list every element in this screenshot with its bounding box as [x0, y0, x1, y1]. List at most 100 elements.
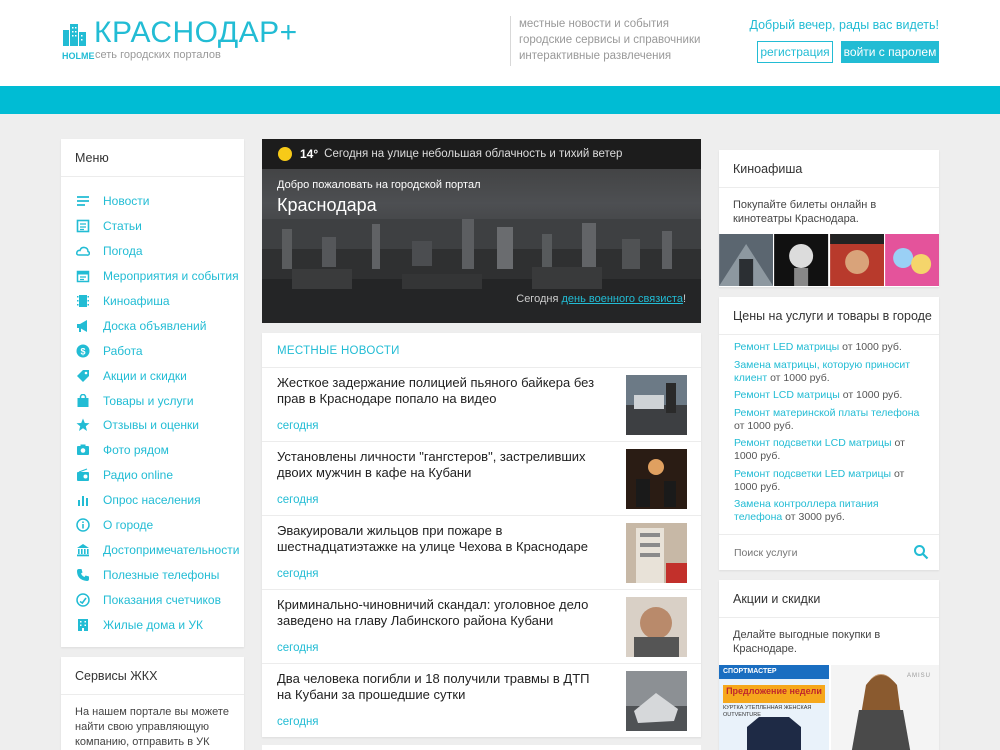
menu-item-label: Радио online: [103, 468, 174, 483]
service-search-input[interactable]: [734, 544, 904, 562]
menu-item[interactable]: Товары и услуги: [61, 388, 244, 413]
menu-item[interactable]: Погода: [61, 239, 244, 264]
price-item-link[interactable]: Ремонт материнской платы телефона: [734, 407, 919, 419]
building-icon: [76, 618, 90, 632]
tag-icon: [76, 369, 90, 383]
menu-item[interactable]: Киноафиша: [61, 289, 244, 314]
today-holiday: Сегодня день военного связиста!: [516, 293, 686, 305]
news-thumbnail[interactable]: [626, 671, 687, 731]
info-icon: [76, 518, 90, 532]
price-item-value: от 1000 руб.: [767, 371, 830, 384]
price-item-link[interactable]: Ремонт подсветки LED матрицы: [734, 468, 891, 480]
menu-item[interactable]: Показания счетчиков: [61, 587, 244, 612]
news-title[interactable]: МЕСТНЫЕ НОВОСТИ: [262, 333, 701, 367]
sales-text: Делайте выгодные покупки в Краснодаре.: [733, 629, 881, 655]
star-icon: [76, 418, 90, 432]
news-thumbnail[interactable]: [626, 597, 687, 657]
menu-item-label: Погода: [103, 244, 143, 259]
movie-poster[interactable]: [829, 234, 884, 286]
cinema-title[interactable]: Киноафиша: [719, 150, 939, 188]
menu-item[interactable]: О городе: [61, 513, 244, 538]
menu-item[interactable]: Полезные телефоны: [61, 562, 244, 587]
welcome-city: Краснодара: [277, 195, 377, 215]
weather-text: Сегодня на улице небольшая облачность и …: [324, 148, 623, 160]
movie-posters: [719, 234, 939, 286]
menu-item-label: Показания счетчиков: [103, 592, 221, 607]
menu-item[interactable]: Статьи: [61, 214, 244, 239]
sales-title[interactable]: Акции и скидки: [719, 580, 939, 618]
menu-item[interactable]: Акции и скидки: [61, 363, 244, 388]
price-item: Замена матрицы, которую приносит клиент …: [734, 359, 924, 385]
news-item[interactable]: Криминально-чиновничий скандал: уголовно…: [262, 589, 701, 663]
menu-item-label: Отзывы и оценки: [103, 418, 199, 433]
menu-item[interactable]: Доска объявлений: [61, 313, 244, 338]
news-item-title[interactable]: Криминально-чиновничий скандал: уголовно…: [277, 597, 607, 629]
article-icon: [76, 219, 90, 233]
welcome-line: Добро пожаловать на городской портал: [277, 179, 481, 191]
menu-title: Меню: [61, 139, 244, 177]
menu-item-label: Статьи: [103, 219, 142, 234]
menu-item-label: О городе: [103, 518, 154, 533]
news-item-title[interactable]: Эвакуировали жильцов при пожаре в шестна…: [277, 523, 607, 555]
logo-holme: HOLME: [62, 51, 95, 61]
movie-poster[interactable]: [884, 234, 939, 286]
login-button[interactable]: войти с паролем: [841, 41, 939, 63]
news-item-date: сегодня: [277, 568, 319, 580]
menu-item[interactable]: Новости: [61, 189, 244, 214]
news-item[interactable]: Установлены личности "гангстеров", застр…: [262, 441, 701, 515]
weather-icon: [76, 244, 90, 258]
price-item-link[interactable]: Ремонт LED матрицы: [734, 341, 839, 353]
news-thumbnail[interactable]: [626, 449, 687, 509]
hero-banner[interactable]: 14° Сегодня на улице небольшая облачност…: [262, 139, 701, 323]
movie-poster[interactable]: [774, 234, 829, 286]
price-item-link[interactable]: Ремонт LCD матрицы: [734, 389, 840, 401]
price-item-value: от 1000 руб.: [839, 389, 903, 401]
accent-bar: [0, 86, 1000, 114]
film-icon: [76, 294, 90, 308]
menu-item[interactable]: Фото рядом: [61, 438, 244, 463]
cinema-text: Покупайте билеты онлайн в кинотеатры Кра…: [733, 199, 877, 225]
price-item-link[interactable]: Ремонт подсветки LCD матрицы: [734, 437, 892, 449]
local-news-card: МЕСТНЫЕ НОВОСТИ Жесткое задержание полиц…: [262, 333, 701, 737]
calendar-icon: [76, 269, 90, 283]
search-icon[interactable]: [913, 544, 929, 560]
menu-item[interactable]: Мероприятия и события: [61, 264, 244, 289]
menu-item-label: Работа: [103, 343, 143, 358]
news-item-title[interactable]: Установлены личности "гангстеров", застр…: [277, 449, 607, 481]
menu-item[interactable]: Опрос населения: [61, 488, 244, 513]
holiday-link[interactable]: день военного связиста: [561, 293, 682, 305]
news-item-title[interactable]: Два человека погибли и 18 получили травм…: [277, 671, 607, 703]
price-item-value: от 1000 руб.: [839, 341, 902, 353]
prices-title[interactable]: Цены на услуги и товары в городе: [719, 297, 939, 335]
menu-item[interactable]: Достопримечательности: [61, 537, 244, 562]
news-thumbnail[interactable]: [626, 375, 687, 435]
tagline: городские сервисы и справочники: [519, 34, 701, 46]
menu-item-label: Опрос населения: [103, 493, 201, 508]
news-item[interactable]: Эвакуировали жильцов при пожаре в шестна…: [262, 515, 701, 589]
news-item-date: сегодня: [277, 716, 319, 728]
menu-item[interactable]: Радио online: [61, 463, 244, 488]
register-button[interactable]: регистрация: [757, 41, 833, 63]
logo-title: КРАСНОДАР+: [94, 16, 298, 49]
city-buildings-icon: [63, 24, 86, 46]
photo-icon: [76, 443, 90, 457]
prices-card: Цены на услуги и товары в городе Ремонт …: [719, 297, 939, 570]
news-item-title[interactable]: Жесткое задержание полицией пьяного байк…: [277, 375, 607, 407]
next-card-edge: [262, 745, 701, 750]
menu-item[interactable]: $ Работа: [61, 338, 244, 363]
museum-icon: [76, 543, 90, 557]
movie-poster[interactable]: [719, 234, 774, 286]
news-thumbnail[interactable]: [626, 523, 687, 583]
jacket-image: [747, 717, 801, 750]
sportmaster-banner[interactable]: СПОРТМАСТЕР Предложение недели КУРТКА УТ…: [719, 665, 829, 750]
menu-item-label: Жилые дома и УК: [103, 617, 204, 632]
zhkh-card: Сервисы ЖКХ На нашем портале вы можете н…: [61, 657, 244, 750]
news-item[interactable]: Жесткое задержание полицией пьяного байк…: [262, 367, 701, 441]
price-list: Ремонт LED матрицы от 1000 руб. Замена ма…: [719, 335, 939, 524]
menu-item-label: Новости: [103, 194, 150, 209]
meter-icon: [76, 592, 90, 607]
amisu-banner[interactable]: AMISU: [831, 665, 939, 750]
menu-item[interactable]: Жилые дома и УК: [61, 612, 244, 637]
news-item[interactable]: Два человека погибли и 18 получили травм…: [262, 663, 701, 737]
menu-item[interactable]: Отзывы и оценки: [61, 413, 244, 438]
